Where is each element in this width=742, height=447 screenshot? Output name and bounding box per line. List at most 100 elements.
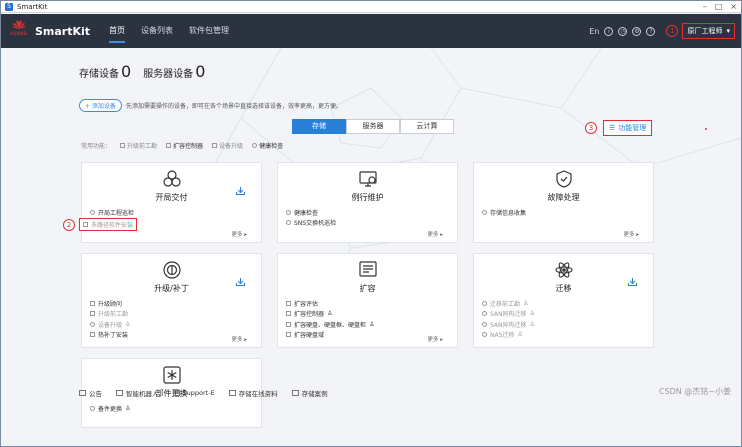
document-icon	[228, 390, 236, 396]
user-icon: ♙	[529, 320, 535, 328]
more-link[interactable]: 更多 ▸	[623, 230, 639, 238]
card-item-label: 设备升级	[98, 321, 123, 329]
card-item[interactable]: 扩容评估	[286, 298, 374, 309]
language-switch[interactable]: En	[589, 27, 599, 36]
function-management-button[interactable]: ☰ 功能管理	[603, 120, 653, 136]
user-icon: ♙	[369, 320, 375, 328]
window-title: SmartKit	[17, 2, 48, 11]
card-item-label: SAN异构迁移	[490, 321, 527, 329]
card-item[interactable]: SAN异构迁移 ♙	[482, 319, 535, 330]
close-button[interactable]: ×	[730, 1, 737, 13]
box-icon	[90, 332, 95, 338]
server-device-count[interactable]: 0	[195, 62, 205, 81]
card-item-label: 热补丁安装	[98, 332, 129, 340]
more-link[interactable]: 更多 ▸	[231, 230, 247, 238]
role-selector[interactable]: 原厂工程师 ▾	[682, 23, 735, 39]
card-migration[interactable]: 迁移 迁移前工勘 ♙ SAN同构迁移 ♙ SAN异构迁移 ♙ NAS迁移 ♙	[473, 253, 654, 348]
card-title: 故障处理	[547, 193, 580, 202]
common-functions: 常用功能： 升级前工勘 扩容控制器 设备升级 健康检查	[81, 141, 283, 150]
common-item-device-upgrade[interactable]: 设备升级	[212, 141, 243, 150]
card-item-label: SNS交换机巡检	[294, 220, 337, 228]
card-upgrade-patch[interactable]: 升级/补丁 升级顾问 升级前工勘 设备升级 ♙ 热补丁安装 更多 ▸	[81, 253, 262, 348]
common-item-pre-upgrade[interactable]: 升级前工勘	[120, 141, 157, 150]
card-item[interactable]: NAS迁移 ♙	[482, 330, 535, 341]
card-item-label: 扩容硬盘域	[294, 332, 325, 340]
box-icon	[120, 143, 126, 148]
more-link[interactable]: 更多 ▸	[427, 230, 443, 238]
card-item-label: 升级前工勘	[98, 311, 129, 319]
card-item[interactable]: 开局工程巡检	[90, 207, 134, 218]
download-icon[interactable]	[236, 187, 245, 195]
box-icon	[90, 300, 95, 306]
common-item-label: 升级前工勘	[127, 143, 158, 150]
radio-icon	[90, 321, 95, 327]
card-item[interactable]: SAN同构迁移 ♙	[482, 309, 535, 320]
card-title: 开局交付	[155, 193, 188, 202]
footer-label: 存储案例	[301, 390, 328, 398]
maximize-button[interactable]: □	[715, 1, 723, 13]
more-link[interactable]: 更多 ▸	[427, 335, 443, 343]
card-item[interactable]: 存储信息收集	[482, 207, 526, 218]
segment-server[interactable]: 服务器	[346, 119, 400, 134]
common-item-health-check[interactable]: 健康检查	[252, 141, 283, 150]
card-item[interactable]: 扩容控制器 ♙	[286, 309, 374, 320]
download-icon[interactable]	[236, 278, 245, 286]
footer-cases[interactable]: 存储案例	[291, 388, 328, 398]
common-item-expand-controller[interactable]: 扩容控制器	[166, 141, 203, 150]
minimize-button[interactable]: –	[703, 1, 707, 13]
atom-icon	[554, 262, 573, 278]
card-item[interactable]: 热补丁安装	[90, 330, 130, 341]
box-icon	[83, 222, 88, 227]
clock-icon[interactable]: ◷	[618, 26, 628, 36]
card-item[interactable]: 迁移前工勘 ♙	[482, 298, 535, 309]
info-icon[interactable]: i	[604, 26, 614, 36]
card-item-label: 升级顾问	[98, 300, 123, 308]
segment-cloud[interactable]: 云计算	[400, 119, 454, 134]
card-item-label: 扩容评估	[294, 300, 319, 308]
app-window: S SmartKit – □ × HUAWEI SmartKit 首页 设备列表…	[0, 0, 742, 447]
list-icon: ☰	[609, 124, 616, 132]
annotation-marker-2: 2	[63, 218, 75, 231]
footer-support[interactable]: Support-E	[172, 389, 215, 397]
segment-storage[interactable]: 存储	[292, 119, 346, 134]
card-troubleshooting[interactable]: 故障处理 存储信息收集 更多 ▸	[473, 162, 654, 243]
more-link[interactable]: 更多 ▸	[231, 335, 247, 343]
card-title: 迁移	[555, 284, 572, 293]
logo-text: HUAWEI	[10, 31, 28, 36]
download-icon[interactable]	[628, 278, 637, 286]
top-right-toolbar: En i ◷ ⚙ ? 1 原厂工程师 ▾	[589, 14, 735, 48]
multipath-install-item[interactable]: 多路径软件安装	[79, 218, 138, 231]
card-title: 例行维护	[351, 193, 384, 202]
card-expansion[interactable]: 扩容 扩容评估 扩容控制器 ♙ 扩容硬盘、硬盘框、硬盘柜 ♙ 扩容硬盘域 更多 ▸	[277, 253, 458, 348]
card-item[interactable]: 备件更换 ♙	[90, 403, 130, 414]
card-item[interactable]: SNS交换机巡检	[286, 218, 336, 229]
case-icon	[291, 390, 299, 396]
main-tabs: 首页 设备列表 软件包管理	[109, 14, 245, 48]
card-item[interactable]: 设备升级 ♙	[90, 319, 130, 330]
card-item[interactable]: 升级前工勘	[90, 309, 130, 320]
add-device-button[interactable]: + 添加设备	[79, 99, 122, 112]
footer-robot[interactable]: 智能机器人	[116, 388, 159, 398]
radio-icon	[252, 143, 258, 148]
card-item[interactable]: 扩容硬盘域	[286, 330, 374, 341]
storage-device-count[interactable]: 0	[121, 62, 131, 81]
card-item[interactable]: 升级顾问	[90, 298, 130, 309]
radio-icon	[482, 300, 487, 306]
announcement-icon	[79, 390, 86, 396]
tab-package-management[interactable]: 软件包管理	[189, 14, 229, 48]
card-item[interactable]: 健康检查	[286, 207, 336, 218]
card-item-label: 多路径软件安装	[91, 222, 134, 229]
card-routine-maintenance[interactable]: 例行维护 健康检查 SNS交换机巡检 更多 ▸	[277, 162, 458, 243]
footer-links: 公告 智能机器人 Support-E 存储在线资料 存储案例	[79, 388, 328, 398]
card-item-label: SAN同构迁移	[490, 311, 527, 319]
footer-online-docs[interactable]: 存储在线资料	[228, 388, 278, 398]
annotation-marker-3: 3	[585, 122, 597, 134]
help-icon[interactable]: ?	[646, 26, 656, 36]
tab-device-list[interactable]: 设备列表	[141, 14, 173, 48]
card-item[interactable]: 扩容硬盘、硬盘框、硬盘柜 ♙	[286, 319, 374, 330]
card-item-label: 开局工程巡检	[98, 209, 135, 217]
user-icon: ♙	[125, 404, 131, 412]
tab-home[interactable]: 首页	[109, 14, 125, 48]
footer-announcement[interactable]: 公告	[79, 388, 102, 398]
settings-icon[interactable]: ⚙	[632, 26, 642, 36]
